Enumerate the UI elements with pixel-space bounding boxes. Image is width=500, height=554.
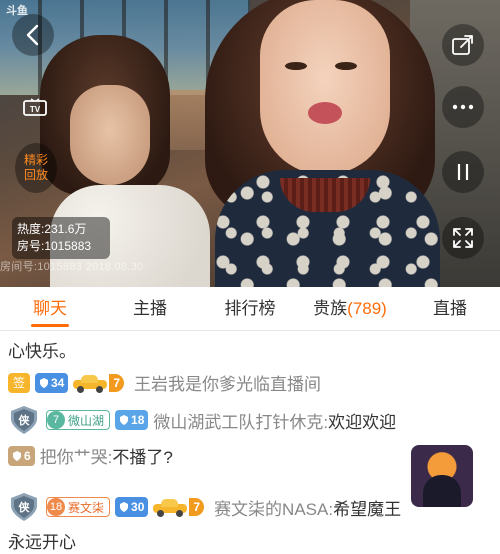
streamer xyxy=(195,0,455,287)
user-level-badge: 18 xyxy=(115,410,149,430)
fullscreen-icon xyxy=(453,228,473,248)
replay-label-top: 精彩 xyxy=(23,153,48,167)
chat-message: 侠 7 微山湖 18 微山湖武工队打针休克: 欢迎欢迎 xyxy=(8,405,396,435)
fan-badge: 18 赛文柒 xyxy=(46,497,111,517)
car-level: 7 xyxy=(189,498,205,516)
room-number: 房号:1015883 xyxy=(17,239,92,253)
shield-icon xyxy=(40,377,48,388)
pause-button[interactable] xyxy=(442,151,484,193)
message-text: 不播了? xyxy=(112,448,173,467)
live-video-player[interactable]: 斗鱼 TV 精彩 回放 热度:231.6万 房号:1015883 房间号:101… xyxy=(0,0,500,287)
user-level-badge: 6 xyxy=(8,445,35,466)
replay-label-bottom: 回放 xyxy=(23,168,48,182)
username[interactable]: 把你艹哭: xyxy=(40,443,113,468)
tv-icon[interactable]: TV xyxy=(22,98,48,118)
tab-nobles[interactable]: 贵族(789) xyxy=(300,287,400,331)
username[interactable]: 微山湖武工队打针休克: xyxy=(153,408,328,433)
svg-text:侠: 侠 xyxy=(19,413,31,427)
message-text: 希望魔王 xyxy=(333,499,402,519)
room-info-box: 热度:231.6万 房号:1015883 xyxy=(12,217,110,259)
car-icon xyxy=(153,498,188,517)
back-arrow-icon xyxy=(26,24,39,46)
chat-list[interactable]: 心快乐。 签 34 7 王岩我是你爹光临直播间 侠 7 微山湖 18 微山湖武工队… xyxy=(0,332,500,554)
tab-live[interactable]: 直播 xyxy=(400,287,500,331)
room-watermark: 房间号:1015883 2018.08.30 xyxy=(0,261,144,273)
share-icon xyxy=(452,35,473,55)
room-tabs: 聊天 主播 排行榜 贵族(789) 直播 xyxy=(0,287,500,331)
sign-in-badge: 签 xyxy=(8,372,30,393)
username[interactable]: 赛文柒的NASA: xyxy=(214,495,333,520)
message-text: 永远开心 xyxy=(8,533,76,552)
shield-icon xyxy=(120,415,129,425)
tab-chat[interactable]: 聊天 xyxy=(0,287,100,331)
tab-streamer[interactable]: 主播 xyxy=(100,287,200,331)
message-text: 王岩我是你爹光临直播间 xyxy=(134,375,322,394)
car-icon xyxy=(73,374,108,393)
tab-ranking[interactable]: 排行榜 xyxy=(200,287,300,331)
svg-text:侠: 侠 xyxy=(19,500,31,514)
floating-avatar[interactable] xyxy=(411,445,473,507)
car-badge: 7 xyxy=(73,373,129,393)
back-button[interactable] xyxy=(12,14,54,56)
share-button[interactable] xyxy=(442,24,484,66)
fan-badge: 7 微山湖 xyxy=(46,410,111,430)
message-text: 心快乐。 xyxy=(8,342,76,361)
heat-value: 热度:231.6万 xyxy=(17,222,87,236)
chat-message: 心快乐。 xyxy=(8,337,76,362)
shield-icon xyxy=(13,450,21,461)
chat-message: 6 把你艹哭: 不播了? xyxy=(8,443,173,468)
message-text: 欢迎欢迎 xyxy=(328,412,397,432)
user-level-badge: 34 xyxy=(35,372,69,393)
chat-message: 永远开心 xyxy=(8,528,76,553)
car-badge: 7 xyxy=(153,497,209,517)
chat-message: 侠 18 赛文柒 30 7 赛文柒的NASA: 希望魔王 xyxy=(8,492,401,522)
knight-shield-icon: 侠 xyxy=(8,492,40,522)
pause-icon xyxy=(457,164,469,180)
nobles-count: (789) xyxy=(347,298,387,318)
svg-text:TV: TV xyxy=(30,105,41,114)
shield-icon xyxy=(120,502,129,512)
knight-shield-icon: 侠 xyxy=(8,405,40,435)
user-level-badge: 30 xyxy=(115,497,149,517)
highlight-replay-button[interactable]: 精彩 回放 xyxy=(15,143,57,193)
chat-message: 签 34 7 王岩我是你爹光临直播间 xyxy=(8,370,321,395)
more-dots-icon xyxy=(452,104,474,110)
fullscreen-button[interactable] xyxy=(442,217,484,259)
car-level: 7 xyxy=(109,373,125,392)
more-options-button[interactable] xyxy=(442,86,484,128)
